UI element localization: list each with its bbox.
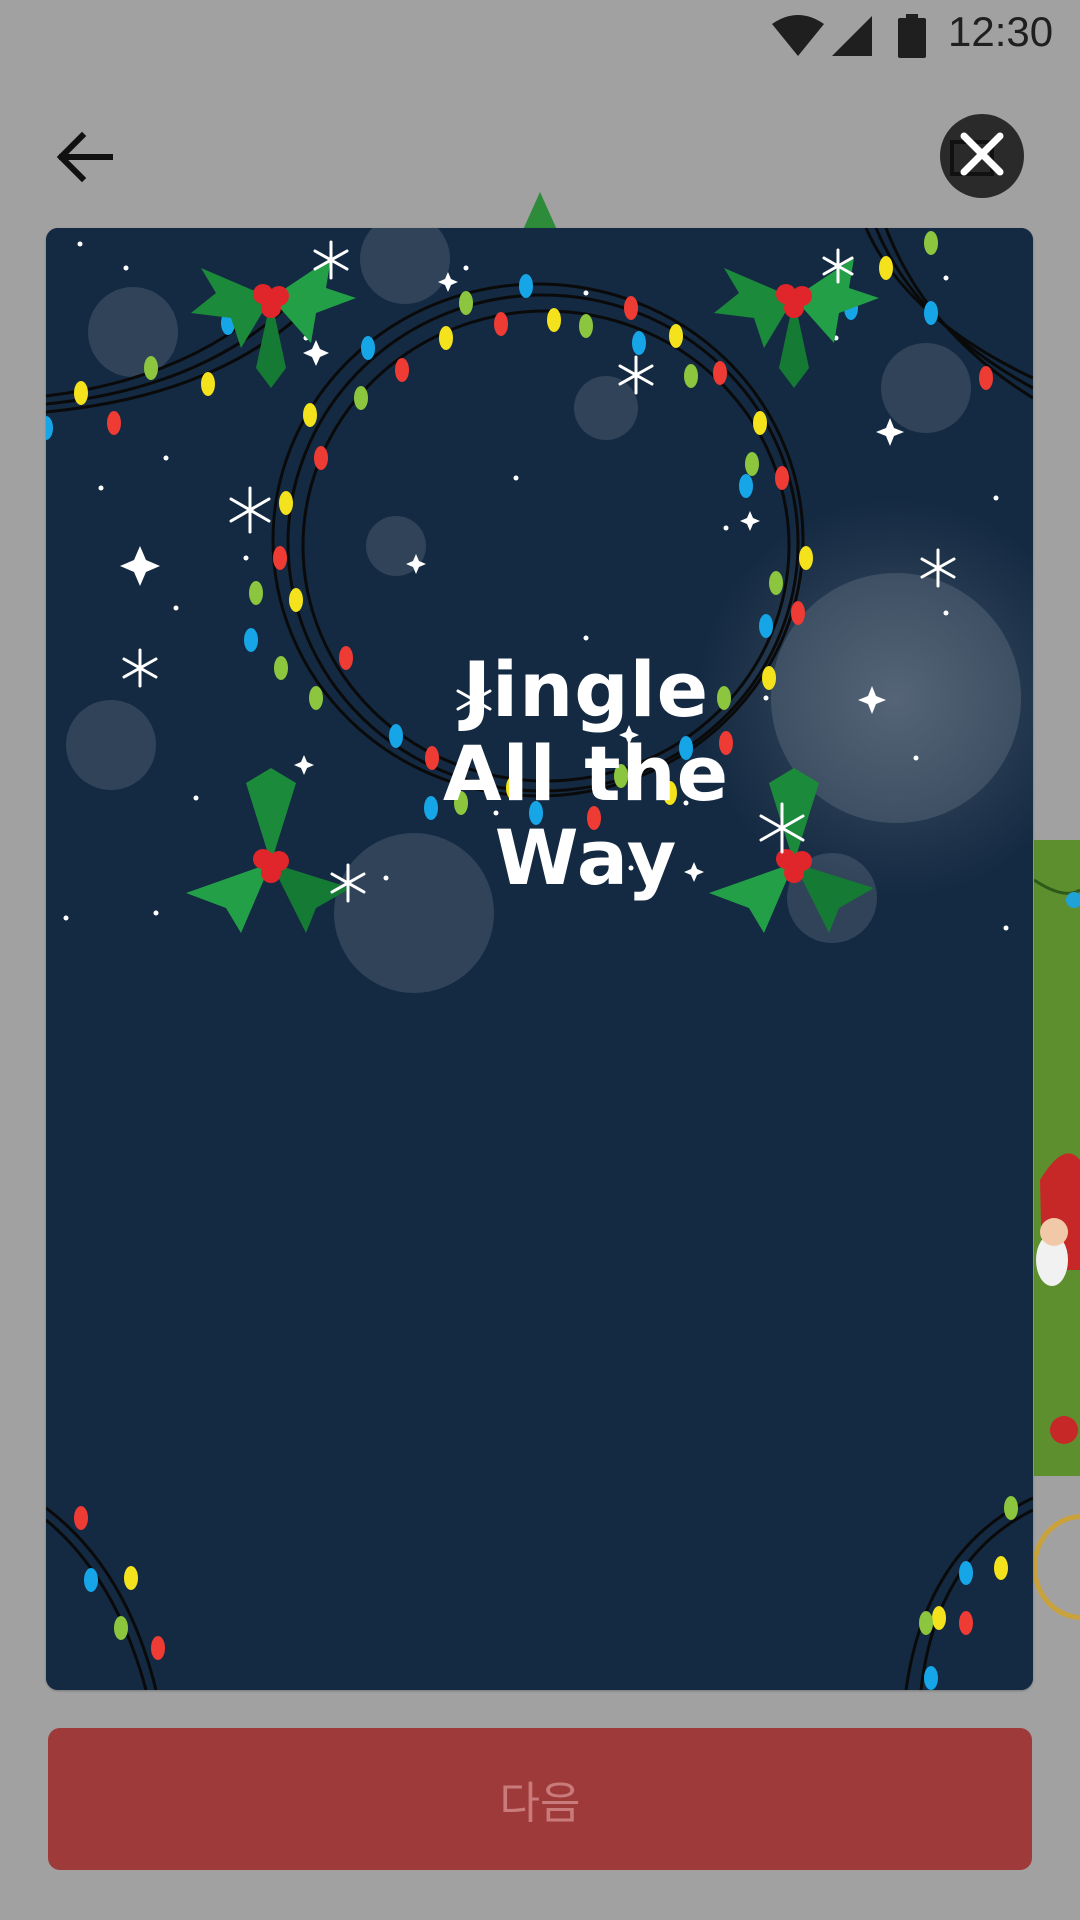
card-preview[interactable]: Jingle All the Way	[46, 228, 1033, 1690]
wifi-icon	[772, 15, 824, 56]
next-card-ornament	[1032, 1514, 1080, 1620]
battery-icon	[898, 14, 926, 58]
close-button[interactable]	[938, 112, 1026, 200]
card-title: Jingle All the Way	[442, 645, 730, 902]
card-artwork	[46, 228, 1033, 1690]
status-time: 12:30	[948, 8, 1054, 55]
santa-icon	[1034, 840, 1080, 1476]
status-bar: 12:30	[0, 0, 1080, 70]
tree-icon	[522, 192, 558, 232]
cellular-signal-icon	[832, 16, 872, 56]
close-icon	[940, 114, 1024, 198]
next-button[interactable]: 다음	[48, 1728, 1032, 1870]
back-button[interactable]	[52, 124, 118, 190]
next-card-preview[interactable]	[1034, 840, 1080, 1476]
arrow-left-icon	[56, 131, 113, 183]
next-button-label: 다음	[499, 1778, 581, 1829]
